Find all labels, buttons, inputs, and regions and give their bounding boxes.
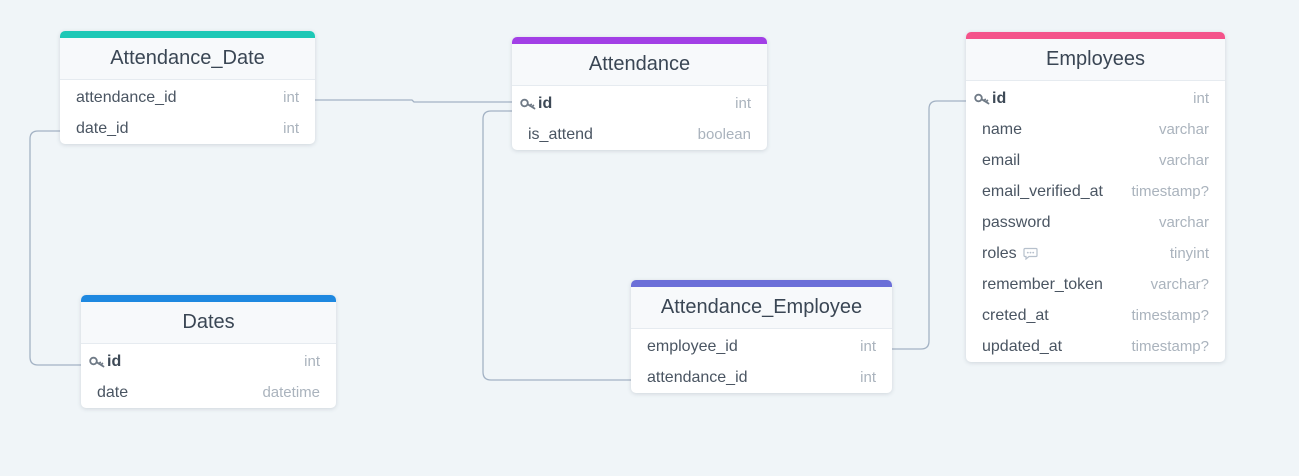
field-name: attendance_id: [68, 89, 283, 107]
field-type: int: [283, 120, 299, 137]
field-name: id: [107, 353, 304, 371]
field-row[interactable]: name varchar: [966, 114, 1225, 145]
field-type: varchar: [1158, 214, 1209, 231]
field-row[interactable]: is_attend boolean: [512, 119, 767, 150]
field-name: employee_id: [639, 338, 860, 356]
table-title[interactable]: Attendance: [512, 44, 767, 86]
key-icon: [89, 355, 107, 369]
field-type: int: [1193, 90, 1209, 107]
field-row[interactable]: updated_at timestamp?: [966, 331, 1225, 362]
field-name: remember_token: [974, 276, 1151, 294]
comment-icon[interactable]: [1023, 247, 1038, 261]
field-type: boolean: [697, 126, 751, 143]
table-title[interactable]: Dates: [81, 302, 336, 344]
field-name: updated_at: [974, 338, 1131, 356]
field-row[interactable]: email_verified_at timestamp?: [966, 176, 1225, 207]
field-name-text: updated_at: [982, 337, 1063, 355]
field-name: creted_at: [974, 307, 1131, 325]
field-name-text: password: [982, 213, 1051, 231]
field-type: int: [860, 338, 876, 355]
field-name-text: attendance_id: [76, 88, 177, 106]
field-type: int: [860, 369, 876, 386]
field-type: datetime: [262, 384, 320, 401]
field-type: varchar: [1158, 121, 1209, 138]
field-row[interactable]: roles tinyint: [966, 238, 1225, 269]
field-type: int: [735, 95, 751, 112]
table-dates[interactable]: Dates id int date datetime: [81, 295, 336, 408]
field-row[interactable]: employee_id int: [631, 331, 892, 362]
relation-attendance-employee-to-employees[interactable]: [892, 100, 967, 350]
field-name-text: is_attend: [528, 125, 593, 143]
field-type: int: [283, 89, 299, 106]
table-fields: id int date datetime: [81, 344, 336, 408]
primary-key-row[interactable]: id int: [966, 83, 1225, 114]
field-row[interactable]: password varchar: [966, 207, 1225, 238]
table-attendance-date[interactable]: Attendance_Date attendance_id int date_id i…: [60, 31, 315, 144]
table-color-bar: [631, 280, 892, 287]
primary-key-row[interactable]: id int: [512, 88, 767, 119]
field-name-text: roles: [982, 244, 1017, 262]
field-name: date: [89, 384, 262, 402]
table-attendance[interactable]: Attendance id int is_attend boolean: [512, 37, 767, 150]
field-name: attendance_id: [639, 369, 860, 387]
key-icon: [974, 92, 992, 106]
table-fields: employee_id int attendance_id int: [631, 329, 892, 393]
table-color-bar: [966, 32, 1225, 39]
table-color-bar: [60, 31, 315, 38]
field-name: email: [974, 152, 1159, 170]
field-row[interactable]: remember_token varchar?: [966, 269, 1225, 300]
field-name: date_id: [68, 120, 283, 138]
field-name-text: id: [992, 89, 1007, 107]
field-type: timestamp?: [1131, 307, 1209, 324]
key-icon: [520, 97, 538, 111]
relation-attendance-to-attendance-employee[interactable]: [482, 110, 631, 381]
field-type: varchar: [1158, 152, 1209, 169]
field-name-text: id: [107, 352, 122, 370]
field-name-text: email: [982, 151, 1021, 169]
field-name: id: [992, 90, 1193, 108]
field-name-text: employee_id: [647, 337, 738, 355]
field-name-text: remember_token: [982, 275, 1103, 293]
relation-attendance-date-to-dates[interactable]: [29, 130, 82, 366]
field-name-text: date_id: [76, 119, 129, 137]
field-name: id: [538, 95, 735, 113]
field-name: password: [974, 214, 1159, 232]
relation-attendance-date-to-attendance[interactable]: [315, 99, 512, 103]
field-type: tinyint: [1169, 245, 1209, 262]
field-row[interactable]: date_id int: [60, 113, 315, 144]
table-fields: id int is_attend boolean: [512, 86, 767, 150]
table-title[interactable]: Attendance_Employee: [631, 287, 892, 329]
table-fields: id int name varchar email varchar email_verifi…: [966, 81, 1225, 362]
field-type: int: [304, 353, 320, 370]
field-type: timestamp?: [1131, 338, 1209, 355]
field-row[interactable]: attendance_id int: [631, 362, 892, 393]
table-attendance-employee[interactable]: Attendance_Employee employee_id int attend…: [631, 280, 892, 393]
field-name-text: id: [538, 94, 553, 112]
field-name-text: creted_at: [982, 306, 1049, 324]
field-name: roles: [974, 245, 1170, 263]
field-name: is_attend: [520, 126, 698, 144]
field-row[interactable]: attendance_id int: [60, 82, 315, 113]
primary-key-row[interactable]: id int: [81, 346, 336, 377]
field-type: varchar?: [1150, 276, 1209, 293]
table-color-bar: [81, 295, 336, 302]
field-row[interactable]: email varchar: [966, 145, 1225, 176]
field-name-text: email_verified_at: [982, 182, 1103, 200]
table-employees[interactable]: Employees id int name varchar email varchar em…: [966, 32, 1225, 362]
table-fields: attendance_id int date_id int: [60, 80, 315, 144]
field-row[interactable]: date datetime: [81, 377, 336, 408]
field-name-text: name: [982, 120, 1023, 138]
table-title[interactable]: Attendance_Date: [60, 38, 315, 80]
field-name: email_verified_at: [974, 183, 1131, 201]
field-row[interactable]: creted_at timestamp?: [966, 300, 1225, 331]
field-type: timestamp?: [1131, 183, 1209, 200]
table-color-bar: [512, 37, 767, 44]
field-name: name: [974, 121, 1159, 139]
field-name-text: attendance_id: [647, 368, 748, 386]
field-name-text: date: [97, 383, 129, 401]
table-title[interactable]: Employees: [966, 39, 1225, 81]
